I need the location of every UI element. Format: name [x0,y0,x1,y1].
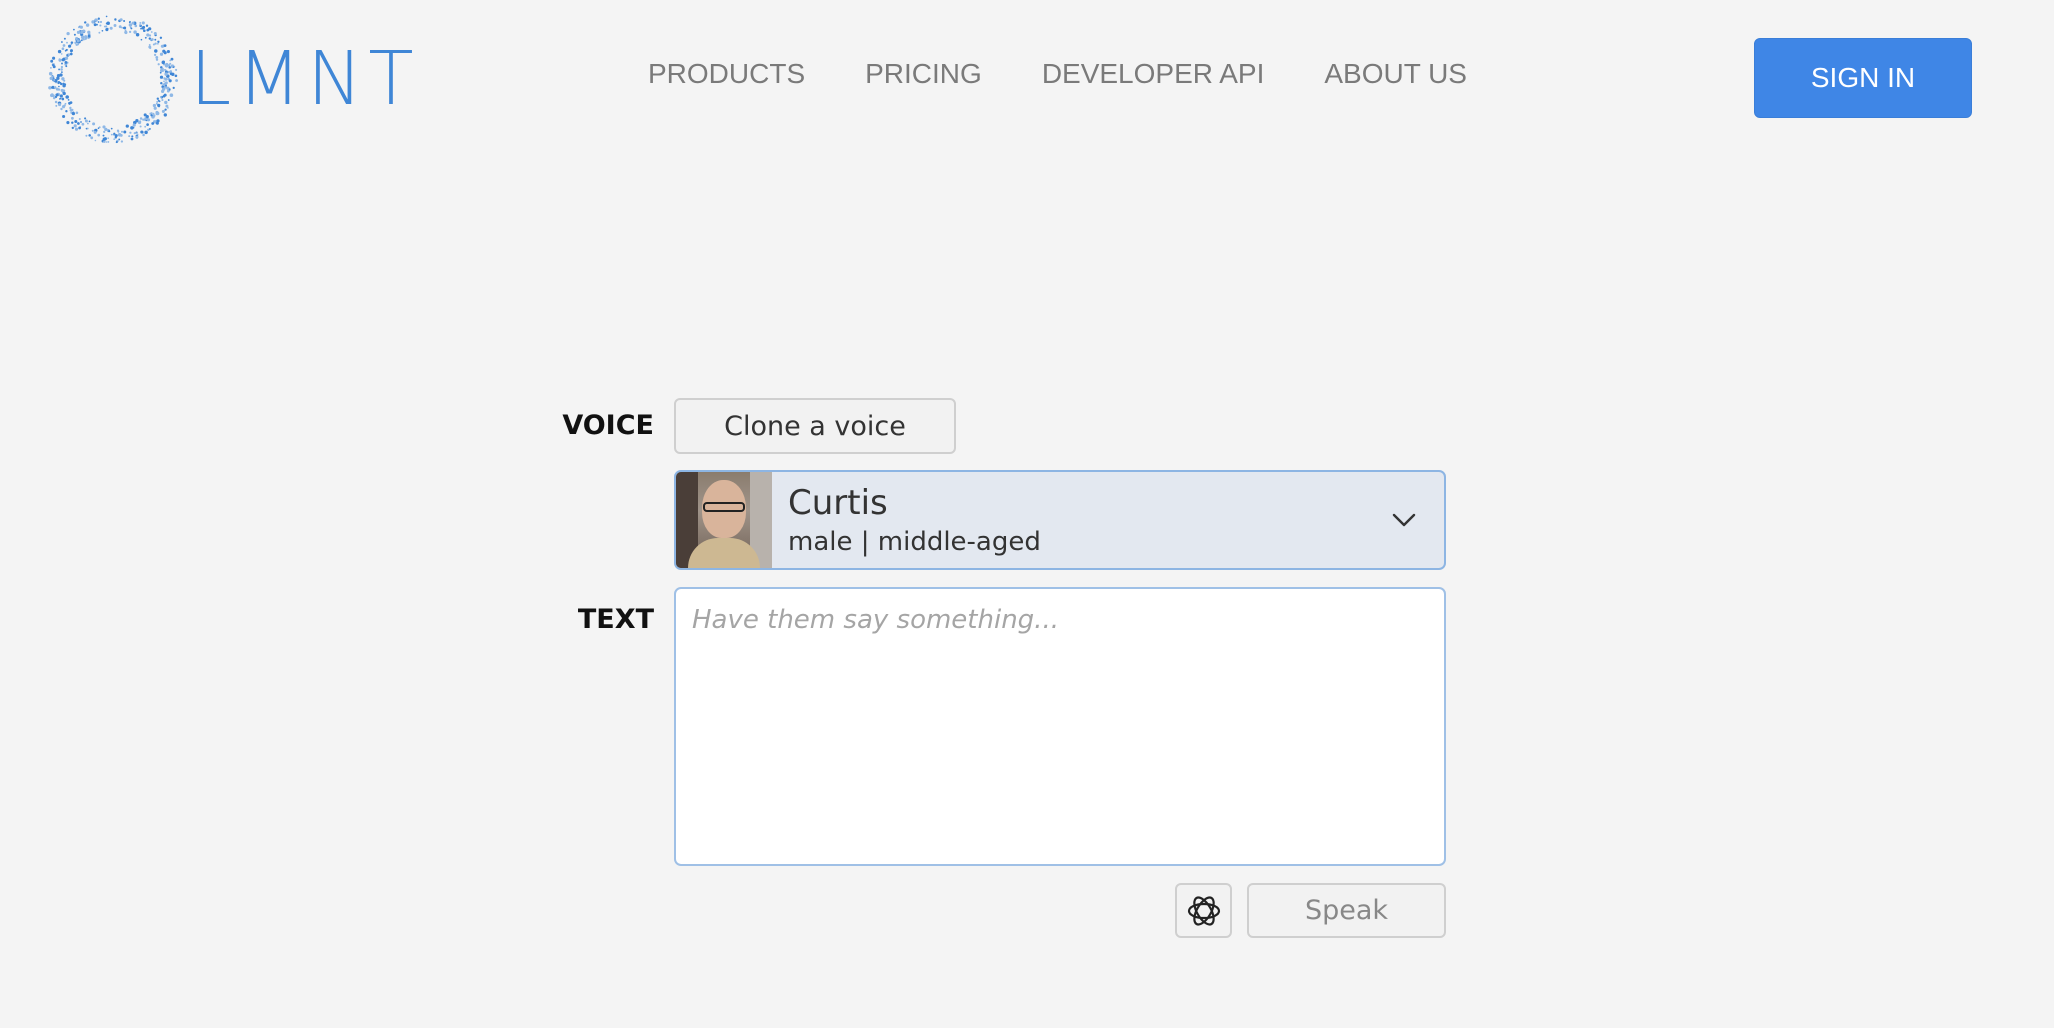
voice-select[interactable]: Curtis male | middle-aged [674,470,1446,570]
openai-icon [1187,895,1220,926]
voice-avatar [676,472,772,568]
sign-in-button[interactable]: SIGN IN [1754,38,1972,118]
voice-label: VOICE [562,410,654,441]
text-label: TEXT [577,604,654,635]
clone-voice-button[interactable]: Clone a voice [674,398,956,454]
nav-item-pricing[interactable]: PRICING [865,58,982,90]
voice-info: Curtis male | middle-aged [788,483,1390,558]
header: LMNT PRODUCTS PRICING DEVELOPER API ABOU… [0,0,2054,160]
text-input[interactable]: Have them say something... [674,587,1446,866]
chevron-down-icon[interactable] [1390,506,1418,534]
logo[interactable]: LMNT [48,14,420,144]
logo-ring-icon [48,15,178,144]
ai-suggest-button[interactable] [1175,883,1232,938]
nav-item-about-us[interactable]: ABOUT US [1324,58,1467,90]
nav-item-developer-api[interactable]: DEVELOPER API [1042,58,1265,90]
speak-button[interactable]: Speak [1247,883,1446,938]
logo-wordmark: LMNT [190,36,420,122]
nav-item-products[interactable]: PRODUCTS [648,58,805,90]
voice-meta: male | middle-aged [788,527,1041,558]
main-nav: PRODUCTS PRICING DEVELOPER API ABOUT US [648,58,1527,90]
voice-name: Curtis [788,482,888,523]
